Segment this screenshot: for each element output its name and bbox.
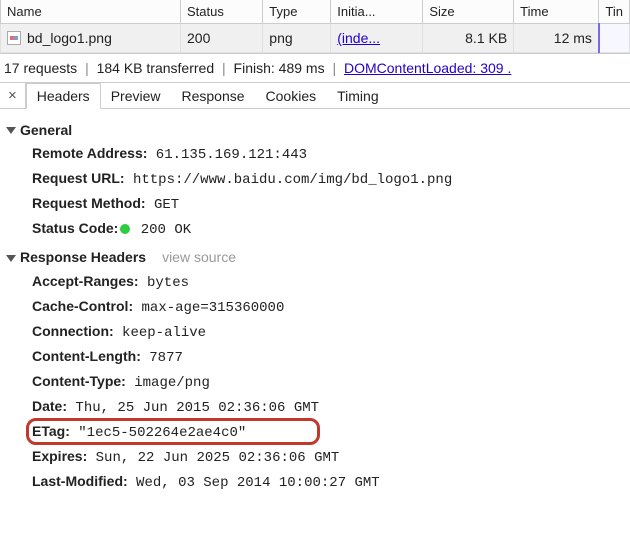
header-value: Sun, 22 Jun 2025 02:36:06 GMT xyxy=(87,450,339,466)
header-row: Content-Type: image/png xyxy=(32,370,626,395)
summary-domcontentloaded[interactable]: DOMContentLoaded: 309 . xyxy=(344,60,511,76)
header-key: Accept-Ranges: xyxy=(32,273,139,289)
network-table: Name Status Type Initia... Size Time Tin… xyxy=(0,0,630,53)
header-key: Connection: xyxy=(32,323,114,339)
network-summary: 17 requests | 184 KB transferred | Finis… xyxy=(0,53,630,83)
section-general-title: General xyxy=(20,119,72,142)
cell-status: 200 xyxy=(181,24,263,53)
header-row: Request Method: GET xyxy=(32,192,626,217)
cell-name[interactable]: bd_logo1.png xyxy=(1,24,181,53)
view-source-link[interactable]: view source xyxy=(162,246,236,269)
header-row: Connection: keep-alive xyxy=(32,320,626,345)
cell-time: 12 ms xyxy=(514,24,599,53)
header-value: https://www.baidu.com/img/bd_logo1.png xyxy=(125,172,453,188)
cell-size: 8.1 KB xyxy=(423,24,514,53)
header-value: image/png xyxy=(126,375,210,391)
header-key: Status Code: xyxy=(32,220,118,236)
header-value: "1ec5-502264e2ae4c0" xyxy=(70,425,246,441)
triangle-down-icon xyxy=(6,127,16,134)
header-key: Request URL: xyxy=(32,170,125,186)
header-row: Request URL: https://www.baidu.com/img/b… xyxy=(32,167,626,192)
section-general-toggle[interactable]: General xyxy=(4,119,626,142)
cell-initiator[interactable]: (inde... xyxy=(331,24,423,53)
header-row: ETag: "1ec5-502264e2ae4c0" xyxy=(32,420,626,445)
cell-type: png xyxy=(263,24,331,53)
headers-panel: General Remote Address: 61.135.169.121:4… xyxy=(0,109,630,505)
header-row: Remote Address: 61.135.169.121:443 xyxy=(32,142,626,167)
header-value: 200 OK xyxy=(132,222,191,238)
header-value: max-age=315360000 xyxy=(133,300,284,316)
col-status[interactable]: Status xyxy=(181,0,263,24)
detail-tabs: × Headers Preview Response Cookies Timin… xyxy=(0,83,630,109)
header-key: Cache-Control: xyxy=(32,298,133,314)
table-row[interactable]: bd_logo1.png 200 png (inde... 8.1 KB 12 … xyxy=(1,24,630,53)
header-value: 7877 xyxy=(141,350,183,366)
col-initiator[interactable]: Initia... xyxy=(331,0,423,24)
header-value: 61.135.169.121:443 xyxy=(147,147,307,163)
tab-timing[interactable]: Timing xyxy=(327,84,390,108)
header-key: Content-Type: xyxy=(32,373,126,389)
section-response-toggle[interactable]: Response Headers view source xyxy=(4,246,626,269)
status-ok-icon xyxy=(120,224,130,234)
close-button[interactable]: × xyxy=(0,83,26,108)
header-value: Wed, 03 Sep 2014 10:00:27 GMT xyxy=(128,475,380,491)
response-list: Accept-Ranges: bytesCache-Control: max-a… xyxy=(4,270,626,496)
col-tin[interactable]: Tin xyxy=(599,0,630,24)
file-name: bd_logo1.png xyxy=(27,30,112,46)
cell-timeline xyxy=(599,24,630,53)
initiator-link[interactable]: (inde... xyxy=(337,30,380,46)
header-key: Expires: xyxy=(32,448,87,464)
header-row: Date: Thu, 25 Jun 2015 02:36:06 GMT xyxy=(32,395,626,420)
header-row: Accept-Ranges: bytes xyxy=(32,270,626,295)
header-key: ETag: xyxy=(32,423,70,439)
col-size[interactable]: Size xyxy=(423,0,514,24)
header-row: Content-Length: 7877 xyxy=(32,345,626,370)
col-type[interactable]: Type xyxy=(263,0,331,24)
header-key: Date: xyxy=(32,398,67,414)
triangle-down-icon xyxy=(6,255,16,262)
file-image-icon xyxy=(7,31,21,45)
header-key: Last-Modified: xyxy=(32,473,128,489)
tab-cookies[interactable]: Cookies xyxy=(256,84,328,108)
tab-preview[interactable]: Preview xyxy=(101,84,172,108)
summary-finish: Finish: 489 ms xyxy=(234,60,325,76)
header-value: Thu, 25 Jun 2015 02:36:06 GMT xyxy=(67,400,319,416)
tab-headers[interactable]: Headers xyxy=(26,83,101,109)
col-time[interactable]: Time xyxy=(514,0,599,24)
header-key: Request Method: xyxy=(32,195,146,211)
header-value: keep-alive xyxy=(114,325,206,341)
col-name[interactable]: Name xyxy=(1,0,181,24)
summary-requests: 17 requests xyxy=(4,60,77,76)
header-row: Cache-Control: max-age=315360000 xyxy=(32,295,626,320)
general-list: Remote Address: 61.135.169.121:443Reques… xyxy=(4,142,626,242)
summary-transferred: 184 KB transferred xyxy=(97,60,215,76)
header-value: GET xyxy=(146,197,180,213)
table-header-row: Name Status Type Initia... Size Time Tin xyxy=(1,0,630,24)
section-response-title: Response Headers xyxy=(20,246,146,269)
header-row: Last-Modified: Wed, 03 Sep 2014 10:00:27… xyxy=(32,470,626,495)
header-value: bytes xyxy=(139,275,189,291)
tab-response[interactable]: Response xyxy=(171,84,255,108)
header-key: Remote Address: xyxy=(32,145,147,161)
header-row: Expires: Sun, 22 Jun 2025 02:36:06 GMT xyxy=(32,445,626,470)
header-row: Status Code: 200 OK xyxy=(32,217,626,242)
header-key: Content-Length: xyxy=(32,348,141,364)
